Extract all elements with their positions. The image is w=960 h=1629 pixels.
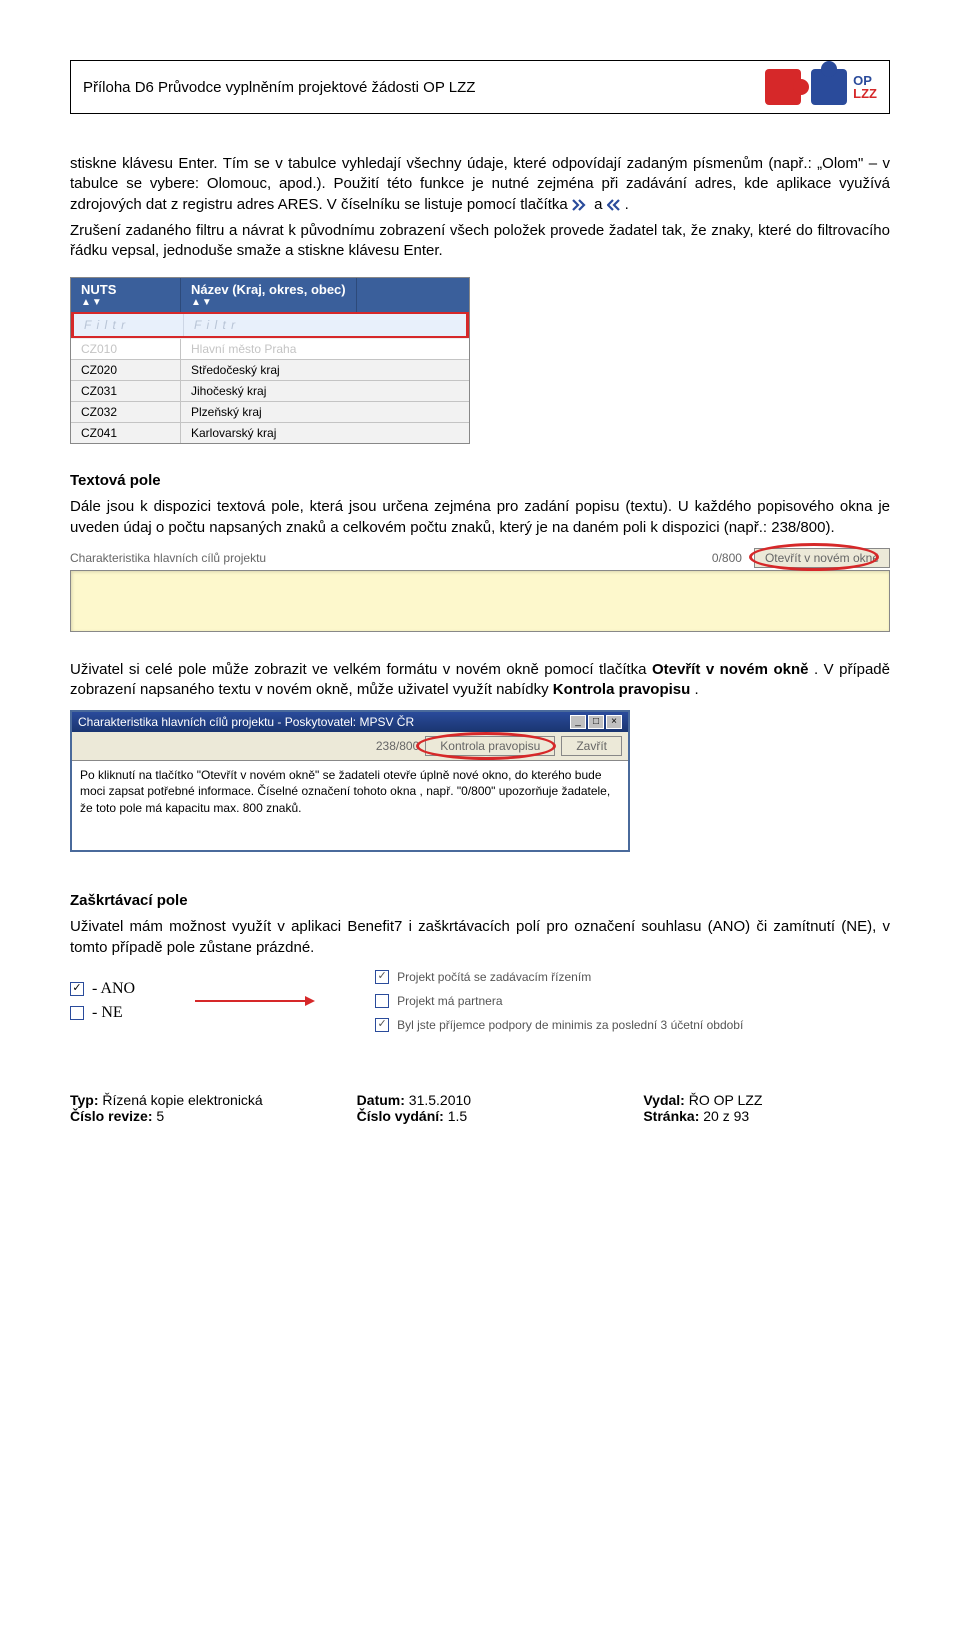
checkbox-unchecked-icon[interactable] xyxy=(375,994,389,1008)
close-button[interactable]: Zavřít xyxy=(561,736,622,756)
checkbox-checked-icon[interactable]: ✓ xyxy=(375,1018,389,1032)
filter-input-nuts[interactable]: F i l t r xyxy=(74,314,184,336)
text-field-screenshot: Charakteristika hlavních cílů projektu 0… xyxy=(70,548,890,632)
paragraph-checkboxes: Uživatel mám možnost využít v aplikaci B… xyxy=(70,917,890,958)
table-header: NUTS ▲▼ Název (Kraj, okres, obec) ▲▼ xyxy=(71,278,469,312)
char-count: 238/800 xyxy=(376,739,419,753)
open-new-window-button[interactable]: Otevřít v novém okně xyxy=(754,548,890,568)
checkbox-unchecked-icon[interactable] xyxy=(70,1006,84,1020)
col-nuts[interactable]: NUTS ▲▼ xyxy=(71,278,181,312)
table-row[interactable]: CZ020 Středočeský kraj xyxy=(71,359,469,380)
paragraph-text-fields: Dále jsou k dispozici textová pole, kter… xyxy=(70,497,890,538)
nuts-table-screenshot: NUTS ▲▼ Název (Kraj, okres, obec) ▲▼ F i… xyxy=(70,277,470,444)
sort-icons[interactable]: ▲▼ xyxy=(191,297,346,308)
minimize-icon[interactable]: _ xyxy=(570,715,586,729)
page: Příloha D6 Průvodce vyplněním projektové… xyxy=(0,0,960,1164)
window-title: Charakteristika hlavních cílů projektu -… xyxy=(78,715,414,729)
forward-icon xyxy=(572,199,590,211)
col-nazev[interactable]: Název (Kraj, okres, obec) ▲▼ xyxy=(181,278,357,312)
table-row[interactable]: CZ031 Jihočeský kraj xyxy=(71,380,469,401)
section-heading-checkboxes: Zaškrtávací pole xyxy=(70,892,890,909)
window-toolbar: 238/800 Kontrola pravopisu Zavřít xyxy=(72,732,628,760)
field-label: Charakteristika hlavních cílů projektu xyxy=(70,551,712,565)
checkbox-example: ✓ - ANO - NE ✓ Projekt počítá se zadávac… xyxy=(70,970,890,1032)
list-item[interactable]: ✓ Projekt počítá se zadávacím řízením xyxy=(375,970,743,984)
page-footer: Typ: Řízená kopie elektronická Číslo rev… xyxy=(70,1092,890,1124)
window-titlebar: Charakteristika hlavních cílů projektu -… xyxy=(72,712,628,732)
logo-puzzle-red-icon xyxy=(765,69,801,105)
list-item[interactable]: ✓ Byl jste příjemce podpory de minimis z… xyxy=(375,1018,743,1032)
checkbox-ne: - NE xyxy=(70,1004,135,1022)
spellcheck-button[interactable]: Kontrola pravopisu xyxy=(425,736,555,756)
page-header: Příloha D6 Průvodce vyplněním projektové… xyxy=(70,60,890,114)
sort-icons[interactable]: ▲▼ xyxy=(81,297,170,308)
table-row[interactable]: CZ010 Hlavní město Praha xyxy=(71,338,469,359)
section-heading-text-fields: Textová pole xyxy=(70,472,890,489)
filter-row: F i l t r F i l t r xyxy=(71,312,469,338)
filter-input-nazev[interactable]: F i l t r xyxy=(184,314,246,336)
table-row[interactable]: CZ041 Karlovarský kraj xyxy=(71,422,469,443)
logo-puzzle-blue-icon xyxy=(811,69,847,105)
checkbox-checked-icon[interactable]: ✓ xyxy=(70,982,84,996)
popup-text-content[interactable]: Po kliknutí na tlačítko "Otevřít v novém… xyxy=(72,760,628,850)
logo: OP LZZ xyxy=(765,69,877,105)
back-icon xyxy=(607,199,625,211)
paragraph-filter-clear: Zrušení zadaného filtru a návrat k původ… xyxy=(70,221,890,262)
checkbox-checked-icon[interactable]: ✓ xyxy=(375,970,389,984)
table-row[interactable]: CZ032 Plzeňský kraj xyxy=(71,401,469,422)
checkbox-ano: ✓ - ANO xyxy=(70,980,135,998)
list-item[interactable]: Projekt má partnera xyxy=(375,994,743,1008)
text-area[interactable] xyxy=(70,570,890,632)
header-title: Příloha D6 Průvodce vyplněním projektové… xyxy=(83,79,475,96)
maximize-icon[interactable]: □ xyxy=(588,715,604,729)
arrow-right-icon xyxy=(195,995,315,1007)
close-icon[interactable]: × xyxy=(606,715,622,729)
paragraph-intro: stiskne klávesu Enter. Tím se v tabulce … xyxy=(70,154,890,215)
paragraph-open-window: Uživatel si celé pole může zobrazit ve v… xyxy=(70,660,890,701)
char-count: 0/800 xyxy=(712,551,742,565)
logo-text: OP LZZ xyxy=(853,74,877,100)
popup-window-screenshot: Charakteristika hlavních cílů projektu -… xyxy=(70,710,630,852)
checkbox-list: ✓ Projekt počítá se zadávacím řízením Pr… xyxy=(375,970,743,1032)
